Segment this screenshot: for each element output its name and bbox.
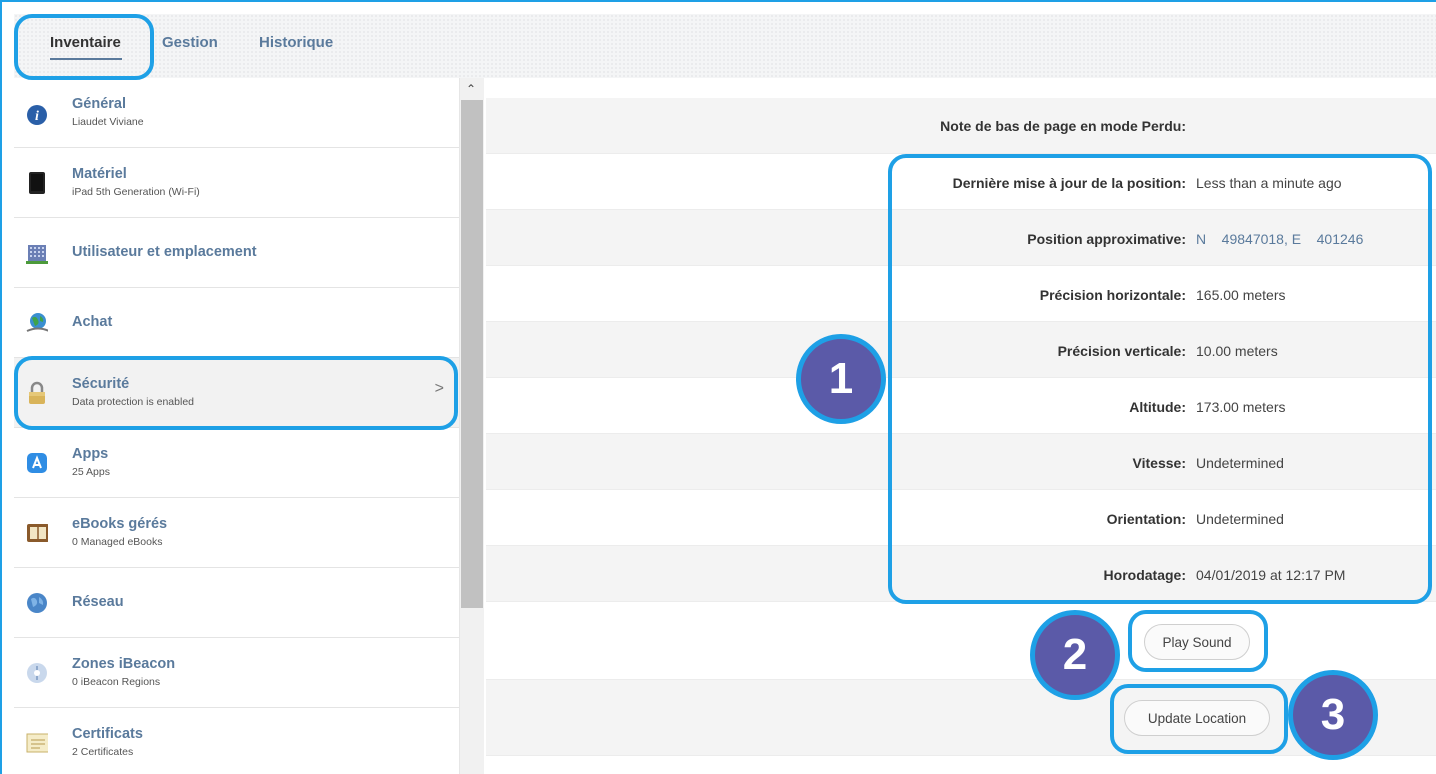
detail-row-last-update: Dernière mise à jour de la position: Les… — [486, 154, 1436, 210]
detail-label: Position approximative: — [1027, 231, 1186, 247]
detail-row-vertical-accuracy: Précision verticale: 10.00 meters — [486, 322, 1436, 378]
app-store-icon — [26, 452, 48, 474]
detail-label: Horodatage: — [1103, 567, 1186, 583]
play-sound-button[interactable]: Play Sound — [1144, 624, 1250, 660]
sidebar-item-title: Achat — [72, 314, 113, 330]
action-row-play-sound — [486, 602, 1436, 680]
sidebar-item-reseau[interactable]: Réseau — [14, 568, 459, 638]
detail-row-lost-mode-footnote: Note de bas de page en mode Perdu: — [486, 98, 1436, 154]
ipad-icon — [26, 172, 48, 194]
ebook-icon — [26, 522, 48, 544]
sidebar-item-subtitle: 2 Certificates — [72, 746, 134, 758]
sidebar-item-title: Matériel — [72, 166, 127, 182]
detail-row-speed: Vitesse: Undetermined — [486, 434, 1436, 490]
sidebar-item-title: Certificats — [72, 726, 143, 742]
sidebar-item-subtitle: 25 Apps — [72, 466, 110, 478]
detail-label: Altitude: — [1129, 399, 1186, 415]
padlock-icon — [26, 381, 48, 404]
detail-label: Dernière mise à jour de la position: — [952, 175, 1186, 191]
info-icon: i — [26, 104, 48, 126]
detail-value: 10.00 meters — [1196, 343, 1278, 359]
svg-text:i: i — [35, 109, 39, 124]
detail-value: Less than a minute ago — [1196, 175, 1342, 191]
ibeacon-icon — [26, 662, 48, 684]
tab-historique[interactable]: Historique — [259, 34, 333, 51]
sidebar-item-ibeacon[interactable]: Zones iBeacon 0 iBeacon Regions — [14, 638, 459, 708]
sidebar-item-title: Sécurité — [72, 376, 130, 392]
sidebar-item-title: Utilisateur et emplacement — [72, 244, 257, 260]
detail-label: Note de bas de page en mode Perdu: — [940, 118, 1186, 134]
sidebar-scrollbar[interactable]: ⌃ — [460, 78, 484, 774]
tab-inventaire[interactable]: Inventaire — [50, 34, 121, 51]
detail-row-orientation: Orientation: Undetermined — [486, 490, 1436, 546]
detail-value: 165.00 meters — [1196, 287, 1286, 303]
detail-value: 04/01/2019 at 12:17 PM — [1196, 567, 1346, 583]
step-badge-3: 3 — [1288, 670, 1378, 760]
certificate-icon — [26, 732, 48, 754]
detail-row-timestamp: Horodatage: 04/01/2019 at 12:17 PM — [486, 546, 1436, 602]
sidebar-item-apps[interactable]: Apps 25 Apps — [14, 428, 459, 498]
detail-row-position: Position approximative: N 49847018, E 40… — [486, 210, 1436, 266]
detail-row-horizontal-accuracy: Précision horizontale: 165.00 meters — [486, 266, 1436, 322]
network-globe-icon — [26, 592, 48, 614]
step-badge-1: 1 — [796, 334, 886, 424]
sidebar-item-materiel[interactable]: Matériel iPad 5th Generation (Wi-Fi) — [14, 148, 459, 218]
detail-value: Undetermined — [1196, 455, 1284, 471]
sidebar-item-subtitle: 0 iBeacon Regions — [72, 676, 161, 688]
sidebar-item-subtitle: Data protection is enabled — [72, 396, 194, 408]
sidebar-item-title: Général — [72, 96, 126, 112]
sidebar-item-utilisateur[interactable]: Utilisateur et emplacement — [14, 218, 459, 288]
sidebar-item-title: eBooks gérés — [72, 516, 168, 532]
step-badge-2: 2 — [1030, 610, 1120, 700]
detail-label: Orientation: — [1106, 511, 1186, 527]
scroll-up-arrow-icon[interactable]: ⌃ — [466, 82, 476, 96]
tab-gestion[interactable]: Gestion — [162, 34, 218, 51]
location-details-panel: Note de bas de page en mode Perdu: Derni… — [486, 78, 1436, 774]
update-location-button[interactable]: Update Location — [1124, 700, 1270, 736]
sidebar-item-general[interactable]: i Général Liaudet Viviane — [14, 78, 459, 148]
sidebar-item-achat[interactable]: Achat — [14, 288, 459, 358]
detail-value: 173.00 meters — [1196, 399, 1286, 415]
sidebar-item-subtitle: 0 Managed eBooks — [72, 536, 163, 548]
sidebar-item-subtitle: iPad 5th Generation (Wi-Fi) — [72, 186, 200, 198]
detail-value: Undetermined — [1196, 511, 1284, 527]
detail-label: Précision horizontale: — [1039, 287, 1186, 303]
detail-label: Vitesse: — [1132, 455, 1186, 471]
sidebar: i Général Liaudet Viviane Matériel iPad … — [14, 78, 460, 774]
scrollbar-thumb[interactable] — [461, 100, 483, 608]
sidebar-item-title: Zones iBeacon — [72, 656, 176, 672]
sidebar-item-ebooks[interactable]: eBooks gérés 0 Managed eBooks — [14, 498, 459, 568]
sidebar-item-subtitle: Liaudet Viviane — [72, 116, 144, 128]
sidebar-item-securite[interactable]: Sécurité Data protection is enabled > — [14, 358, 459, 428]
tab-bar: Inventaire Gestion Historique — [14, 14, 1436, 78]
position-link[interactable]: N 49847018, E 401246 — [1196, 231, 1363, 247]
sidebar-item-title: Apps — [72, 446, 109, 462]
sidebar-item-title: Réseau — [72, 594, 124, 610]
building-icon — [26, 242, 48, 264]
detail-row-altitude: Altitude: 173.00 meters — [486, 378, 1436, 434]
detail-label: Précision verticale: — [1057, 343, 1186, 359]
sidebar-item-certificats[interactable]: Certificats 2 Certificates — [14, 708, 459, 774]
globe-purchase-icon — [26, 312, 48, 334]
active-tab-indicator — [50, 58, 122, 60]
chevron-right-icon: > — [434, 380, 444, 397]
